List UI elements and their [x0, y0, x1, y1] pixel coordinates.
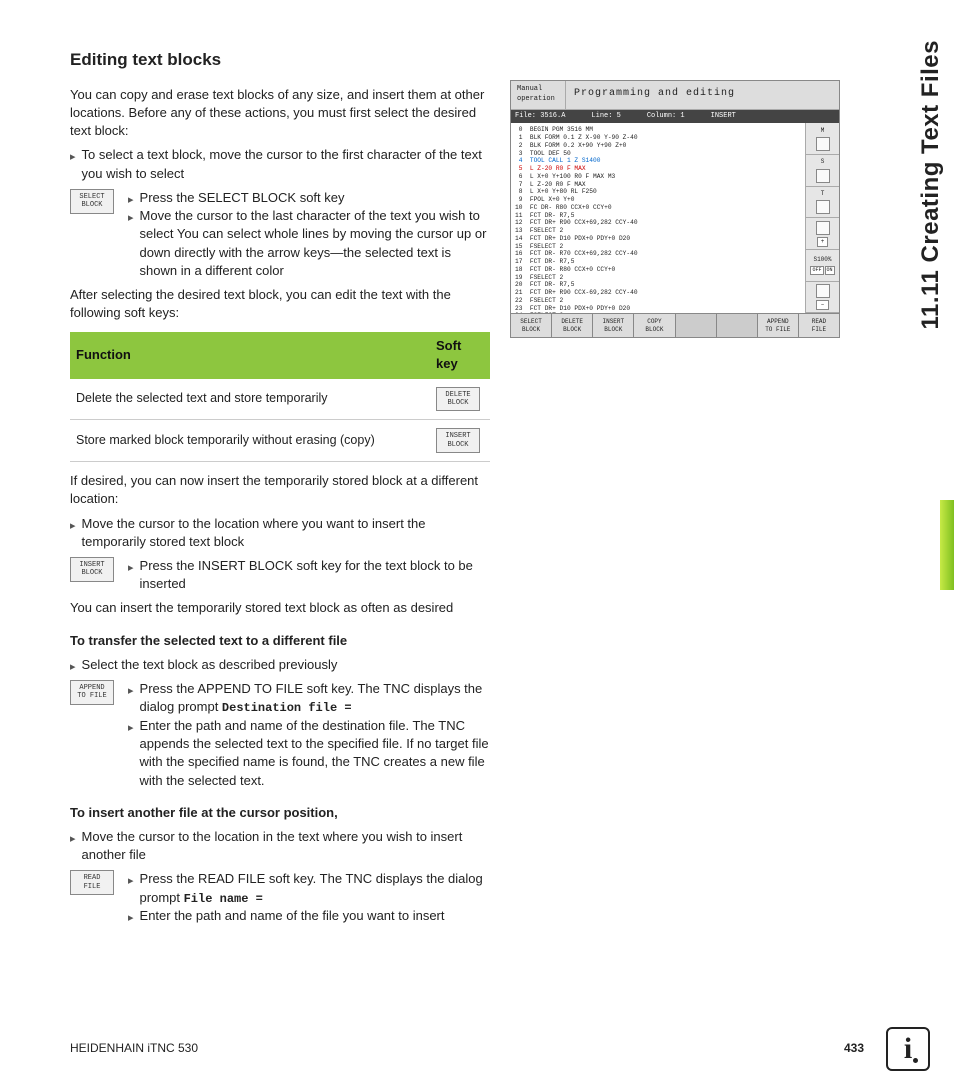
step-text: Press the INSERT BLOCK soft key for the …	[140, 557, 490, 593]
th-softkey: Soft key	[430, 332, 490, 378]
ss-softkey	[676, 314, 717, 336]
feed-icon	[816, 221, 830, 235]
heading: Editing text blocks	[70, 48, 490, 72]
ss-code-listing: 0 BEGIN PGM 3516 MM 1 BLK FORM 0.1 Z X-9…	[511, 123, 805, 313]
info-icon: i	[886, 1027, 930, 1071]
softkey-append-to-file: APPEND TO FILE	[70, 680, 114, 705]
after-select-text: After selecting the desired text block, …	[70, 286, 490, 322]
step-text: Select the text block as described previ…	[82, 656, 338, 674]
insert-para: If desired, you can now insert the tempo…	[70, 472, 490, 508]
bullet-icon	[128, 189, 134, 207]
softkey-delete-block: DELETE BLOCK	[436, 387, 480, 412]
ss-mode: Manual operation	[511, 81, 566, 109]
function-table: Function Soft key Delete the selected te…	[70, 332, 490, 462]
softkey-insert-block: INSERT BLOCK	[436, 428, 480, 453]
ss-softkey: COPY BLOCK	[634, 314, 675, 336]
section-title-sidebar: 11.11 Creating Text Files	[914, 40, 948, 330]
step-text: Move the cursor to the location in the t…	[82, 828, 490, 864]
ss-softkey: SELECT BLOCK	[511, 314, 552, 336]
ss-softkey: DELETE BLOCK	[552, 314, 593, 336]
intro-text: You can copy and erase text blocks of an…	[70, 86, 490, 141]
tool-t-icon	[816, 200, 830, 214]
ss-softkey: APPEND TO FILE	[758, 314, 799, 336]
step-text: Enter the path and name of the file you …	[140, 907, 445, 925]
step-select-1: To select a text block, move the cursor …	[70, 146, 490, 182]
page-footer: HEIDENHAIN iTNC 530 433	[70, 1040, 864, 1057]
subhead-insert-file: To insert another file at the cursor pos…	[70, 804, 490, 822]
subhead-transfer: To transfer the selected text to a diffe…	[70, 632, 490, 650]
step-text: Press the SELECT BLOCK soft key	[140, 189, 345, 207]
tool-icon	[816, 137, 830, 151]
bullet-icon	[70, 515, 76, 551]
step-text: Press the READ FILE soft key. The TNC di…	[140, 870, 490, 907]
ss-title: Programming and editing	[566, 81, 839, 109]
fn-desc: Delete the selected text and store tempo…	[70, 379, 430, 420]
ss-status-bar: File: 3516.A Line: 5 Column: 1 INSERT	[511, 110, 839, 124]
step-text: Move the cursor to the last character of…	[140, 207, 490, 280]
fn-desc: Store marked block temporarily without e…	[70, 420, 430, 462]
ss-sidebar: M S T + S100%OFFON –	[805, 123, 839, 313]
page-number: 433	[844, 1040, 864, 1057]
bullet-icon	[70, 146, 76, 182]
bullet-icon	[128, 717, 134, 790]
softkey-select-block: SELECT BLOCK	[70, 189, 114, 214]
bullet-icon	[128, 870, 134, 907]
ss-softkey: READ FILE	[799, 314, 839, 336]
bullet-icon	[70, 656, 76, 674]
bullet-icon	[128, 207, 134, 280]
ss-softkey: INSERT BLOCK	[593, 314, 634, 336]
th-function: Function	[70, 332, 430, 378]
tnc-screenshot: Manual operation Programming and editing…	[510, 80, 840, 338]
softkey-read-file: READ FILE	[70, 870, 114, 895]
bullet-icon	[128, 557, 134, 593]
bullet-icon	[128, 680, 134, 717]
ss-softkey	[717, 314, 758, 336]
spindle-icon	[816, 169, 830, 183]
step-text: Move the cursor to the location where yo…	[82, 515, 490, 551]
footer-product: HEIDENHAIN iTNC 530	[70, 1040, 198, 1057]
bullet-icon	[70, 828, 76, 864]
step-text: Enter the path and name of the destinati…	[140, 717, 490, 790]
bullet-icon	[128, 907, 134, 925]
side-accent	[940, 500, 954, 590]
step-text: Press the APPEND TO FILE soft key. The T…	[140, 680, 490, 717]
insert-note: You can insert the temporarily stored te…	[70, 599, 490, 617]
feed-icon	[816, 284, 830, 298]
softkey-insert-block: INSERT BLOCK	[70, 557, 114, 582]
ss-softkey-row: SELECT BLOCKDELETE BLOCKINSERT BLOCKCOPY…	[511, 313, 839, 336]
